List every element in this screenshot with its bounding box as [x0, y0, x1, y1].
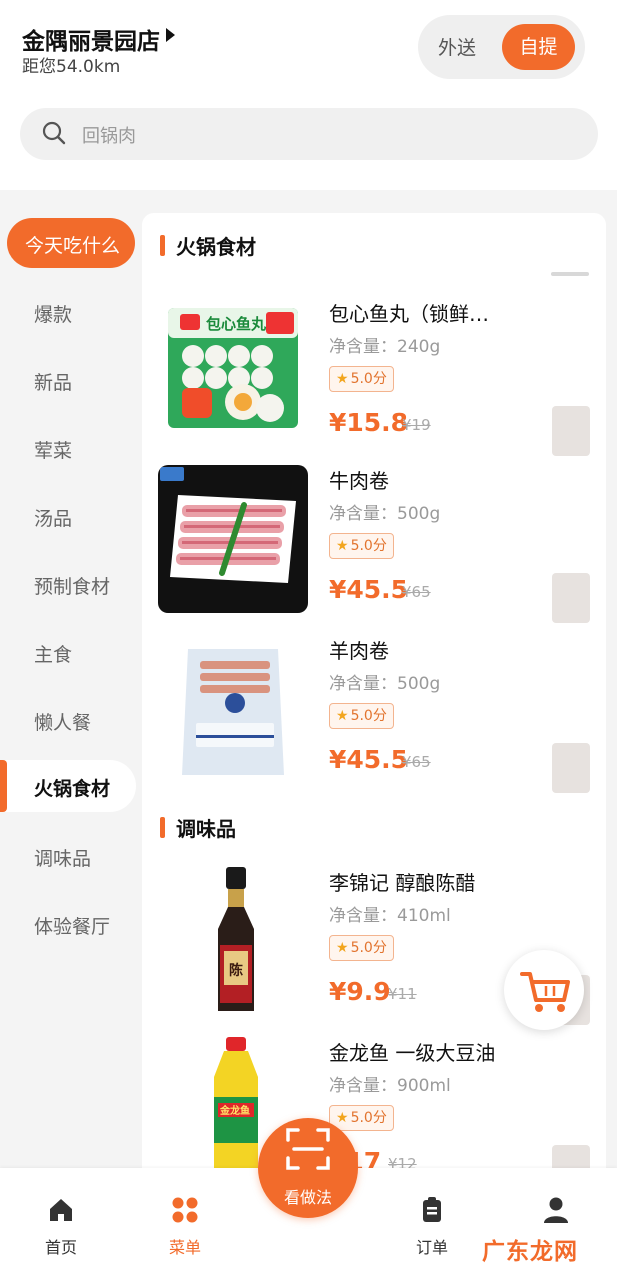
- add-to-cart-button[interactable]: [552, 573, 590, 623]
- sidebar-item-today[interactable]: 今天吃什么: [7, 218, 135, 268]
- store-switch-arrow-icon[interactable]: [166, 28, 175, 42]
- rating-value: 5.0分: [350, 538, 387, 554]
- rating-value: 5.0分: [350, 371, 387, 387]
- sidebar-item-hot[interactable]: 爆款: [0, 286, 140, 338]
- section-mark: [160, 817, 165, 838]
- product-net-weight: 净含量：500g: [329, 674, 441, 694]
- nav-home-label: 首页: [44, 1238, 77, 1257]
- product-net-weight: 净含量：900ml: [329, 1076, 451, 1096]
- rating-value: 5.0分: [350, 708, 387, 724]
- product-image-fish-ball[interactable]: 包心鱼丸: [158, 298, 308, 446]
- sidebar-item-staple[interactable]: 主食: [0, 626, 140, 678]
- section-title-text: 火锅食材: [176, 235, 256, 259]
- product-name: 羊肉卷: [329, 639, 389, 663]
- product-rating: ★ 5.0分: [329, 703, 394, 729]
- mode-pickup-tab[interactable]: 自提: [502, 24, 575, 70]
- product-card[interactable]: 羊肉卷 净含量：500g ★ 5.0分 ¥45.5 ¥65: [142, 635, 606, 800]
- product-price: ¥15.8: [329, 408, 409, 437]
- sidebar-item-label: 体验餐厅: [34, 916, 111, 938]
- menu-grid-icon: [172, 1197, 198, 1223]
- nav-menu-label: 菜单: [168, 1238, 201, 1257]
- sidebar-item-label: 火锅食材: [34, 778, 111, 800]
- header: 金隅丽景园店 距您54.0km 外送 自提 回锅肉: [0, 0, 617, 190]
- star-icon: ★: [336, 538, 349, 554]
- star-icon: ★: [336, 371, 349, 387]
- product-rating: ★ 5.0分: [329, 533, 394, 559]
- product-net-weight: 净含量：240g: [329, 337, 441, 357]
- nav-orders-label: 订单: [415, 1238, 448, 1257]
- product-net-weight: 净含量：410ml: [329, 906, 451, 926]
- order-mode-switch: 外送 自提: [418, 15, 585, 79]
- product-price: ¥9.9: [329, 977, 391, 1006]
- product-rating: ★ 5.0分: [329, 366, 394, 392]
- product-card[interactable]: 包心鱼丸 包心鱼丸（锁鲜… 净含量：240g ★ 5.0分 ¥15.8 ¥19: [142, 298, 606, 463]
- sidebar-item-label: 爆款: [34, 304, 73, 326]
- sidebar-item-label: 调味品: [34, 848, 92, 870]
- product-image-beef-roll[interactable]: [158, 465, 308, 613]
- section-mark: [160, 235, 165, 256]
- watermark: 广东龙网: [482, 1239, 578, 1265]
- nav-menu[interactable]: 菜单: [145, 1196, 225, 1266]
- sidebar-item-hotpot[interactable]: 火锅食材: [0, 760, 136, 812]
- category-sidebar: 今天吃什么 爆款 新品 荤菜 汤品 预制食材 主食 懒人餐 火锅食材 调味品 体…: [0, 190, 140, 1170]
- sidebar-item-label: 预制食材: [34, 576, 111, 598]
- svg-text:陈: 陈: [229, 962, 243, 979]
- svg-text:包心鱼丸: 包心鱼丸: [206, 315, 267, 333]
- product-original-price: ¥65: [402, 583, 431, 601]
- sidebar-item-label: 懒人餐: [34, 712, 92, 734]
- sidebar-item-new[interactable]: 新品: [0, 354, 140, 406]
- nav-home[interactable]: 首页: [21, 1196, 101, 1266]
- product-rating: ★ 5.0分: [329, 935, 394, 961]
- sidebar-item-meat[interactable]: 荤菜: [0, 422, 140, 474]
- product-price: ¥45.5: [329, 575, 409, 604]
- section-title-text: 调味品: [176, 817, 236, 841]
- product-price: ¥45.5: [329, 745, 409, 774]
- scan-icon: [286, 1128, 330, 1170]
- search-bar[interactable]: 回锅肉: [20, 108, 598, 160]
- star-icon: ★: [336, 940, 349, 956]
- active-indicator: [0, 760, 7, 812]
- product-original-price: ¥65: [402, 753, 431, 771]
- product-original-price: ¥11: [388, 985, 417, 1003]
- product-name: 包心鱼丸（锁鲜…: [329, 302, 489, 326]
- scan-recipe-label: 看做法: [283, 1188, 332, 1207]
- rating-value: 5.0分: [350, 940, 387, 956]
- mode-delivery-tab[interactable]: 外送: [438, 33, 476, 60]
- product-net-weight: 净含量：500g: [329, 504, 441, 524]
- user-icon: [544, 1197, 568, 1223]
- search-placeholder: 回锅肉: [82, 126, 136, 147]
- scan-recipe-button[interactable]: 看做法: [258, 1118, 358, 1218]
- sidebar-item-lazy[interactable]: 懒人餐: [0, 694, 140, 746]
- store-distance: 距您54.0km: [22, 57, 121, 77]
- product-image-vinegar[interactable]: 陈: [158, 867, 308, 1015]
- star-icon: ★: [336, 708, 349, 724]
- product-name: 金龙鱼 一级大豆油: [329, 1041, 496, 1065]
- sidebar-item-label: 主食: [34, 644, 73, 666]
- product-image-lamb-roll[interactable]: [158, 635, 308, 783]
- sidebar-item-label: 汤品: [34, 508, 73, 530]
- sidebar-item-restaurant[interactable]: 体验餐厅: [0, 898, 140, 950]
- product-original-price: ¥19: [402, 416, 431, 434]
- search-icon: [42, 121, 66, 145]
- sidebar-item-label: 新品: [34, 372, 73, 394]
- cart-button[interactable]: [504, 950, 584, 1030]
- sidebar-item-soup[interactable]: 汤品: [0, 490, 140, 542]
- clipboard-icon: [423, 1197, 441, 1222]
- sidebar-item-label: 荤菜: [34, 440, 73, 462]
- product-name: 李锦记 醇酿陈醋: [329, 871, 476, 895]
- home-icon: [50, 1199, 72, 1221]
- product-name: 牛肉卷: [329, 469, 389, 493]
- svg-text:金龙鱼: 金龙鱼: [219, 1104, 250, 1117]
- add-to-cart-button[interactable]: [552, 743, 590, 793]
- product-card[interactable]: 牛肉卷 净含量：500g ★ 5.0分 ¥45.5 ¥65: [142, 465, 606, 630]
- store-name[interactable]: 金隅丽景园店: [22, 22, 160, 56]
- app-page: 金隅丽景园店 距您54.0km 外送 自提 回锅肉 今天吃什么 爆款 新品 荤菜…: [0, 0, 617, 1280]
- nav-orders[interactable]: 订单: [392, 1196, 472, 1266]
- add-to-cart-button[interactable]: [552, 406, 590, 456]
- scroll-indicator: [551, 272, 589, 276]
- cart-icon: [520, 972, 570, 1012]
- sidebar-item-prepared[interactable]: 预制食材: [0, 558, 140, 610]
- sidebar-item-seasoning[interactable]: 调味品: [0, 830, 140, 882]
- sidebar-item-label: 今天吃什么: [25, 235, 121, 257]
